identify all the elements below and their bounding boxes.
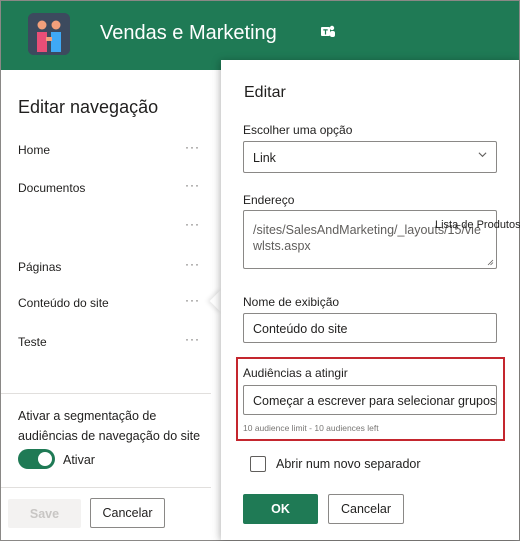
more-options-icon[interactable]: ···: [185, 140, 200, 154]
edit-title: Editar: [244, 84, 286, 101]
divider: [1, 487, 211, 488]
ok-button[interactable]: OK: [243, 494, 318, 524]
audience-toggle[interactable]: [18, 449, 55, 469]
audience-targeting-label: Ativar a segmentação de audiências de na…: [18, 409, 201, 443]
nav-item-home[interactable]: Home: [18, 143, 50, 157]
nav-item-conteudo-do-site[interactable]: Conteúdo do site: [18, 296, 109, 310]
toggle-knob: [38, 452, 52, 466]
new-tab-checkbox[interactable]: [250, 456, 266, 472]
cancel-button[interactable]: Cancelar: [328, 494, 404, 524]
nav-item-teste[interactable]: Teste: [18, 335, 47, 349]
new-tab-label[interactable]: Abrir num novo separador: [276, 457, 421, 471]
audiences-label: Audiências a atingir: [243, 366, 348, 380]
nav-item-paginas[interactable]: Páginas: [18, 260, 61, 274]
display-name-label: Nome de exibição: [243, 295, 340, 309]
address-label: Endereço: [243, 193, 295, 207]
edit-link-callout: Editar Escolher uma opção Link Endereço …: [221, 60, 520, 540]
resize-grip-icon[interactable]: [487, 259, 494, 266]
edit-navigation-panel: Editar navegação Home ··· Documentos ···…: [1, 70, 211, 540]
choose-option-dropdown[interactable]: Link: [243, 141, 497, 173]
site-title[interactable]: Vendas e Marketing: [100, 22, 277, 45]
more-options-icon[interactable]: ···: [185, 178, 200, 192]
overlapping-label: Lista de Produtos: [435, 219, 520, 231]
cancel-nav-button[interactable]: Cancelar: [90, 498, 165, 528]
save-button[interactable]: Save: [8, 499, 81, 528]
nav-item-documentos[interactable]: Documentos: [18, 181, 85, 195]
audiences-hint: 10 audience limit - 10 audiences left: [243, 423, 379, 433]
dropdown-value: Link: [253, 151, 276, 165]
chevron-down-icon: [478, 152, 487, 158]
audiences-input[interactable]: Começar a escrever para selecionar grupo…: [243, 385, 497, 415]
panel-title: Editar navegação: [18, 97, 159, 117]
toggle-label: Ativar: [63, 453, 95, 467]
more-options-icon[interactable]: ···: [185, 293, 200, 307]
more-options-icon[interactable]: ···: [185, 332, 200, 346]
divider: [1, 393, 211, 394]
people-handshake-logo: [28, 13, 70, 55]
display-name-field[interactable]: Conteúdo do site: [243, 313, 497, 343]
choose-option-label: Escolher uma opção: [243, 123, 353, 137]
more-options-icon[interactable]: ···: [185, 257, 200, 271]
more-options-icon[interactable]: ···: [185, 217, 200, 231]
teams-icon[interactable]: [319, 23, 337, 41]
site-logo[interactable]: [28, 13, 70, 55]
